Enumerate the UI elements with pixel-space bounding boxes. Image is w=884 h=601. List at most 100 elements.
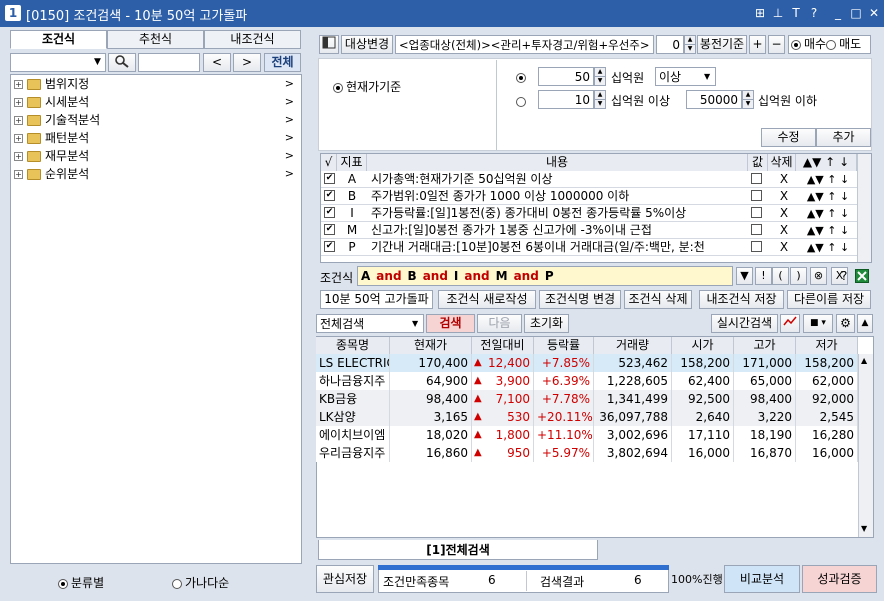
modify-button[interactable]: 수정: [761, 128, 816, 147]
compare-analysis-button[interactable]: 비교분석: [724, 565, 800, 593]
formula-input[interactable]: Aand Band Iand Mand P: [357, 266, 733, 286]
move-up-icon[interactable]: ▲: [807, 241, 815, 254]
tree-node[interactable]: + 범위지정 >: [14, 75, 300, 93]
chart-icon[interactable]: [780, 314, 800, 333]
value-checkbox[interactable]: [751, 190, 762, 201]
help-icon[interactable]: ?: [806, 5, 822, 21]
header-col-volume[interactable]: 거래량: [594, 337, 672, 354]
tree-node[interactable]: + 기술적분석 >: [14, 111, 300, 129]
expand-plus-icon[interactable]: +: [14, 116, 23, 125]
formula-help-icon[interactable]: ?: [841, 269, 847, 283]
tab-all-search-results[interactable]: [1]전체검색: [318, 540, 598, 560]
row-checkbox[interactable]: ✔: [324, 241, 335, 252]
formula-dropdown-icon[interactable]: ▼: [736, 267, 753, 285]
results-scrollbar[interactable]: [858, 354, 873, 537]
move-bottom-icon[interactable]: ↓: [840, 173, 849, 186]
condition-row[interactable]: ✔ P 기간내 거래대금:[10분]0봉전 6봉이내 거래대금(일/주:백만, 분:…: [321, 239, 857, 256]
header-col-rate[interactable]: 등락률: [534, 337, 594, 354]
expand-plus-icon[interactable]: +: [14, 152, 23, 161]
font-icon[interactable]: T: [788, 5, 804, 21]
move-top-icon[interactable]: ↑: [827, 224, 836, 237]
bong-basis-label[interactable]: 봉전기준: [697, 35, 747, 54]
list-scrollbar[interactable]: [857, 154, 871, 262]
radio-by-category[interactable]: 분류별: [58, 574, 104, 591]
move-bottom-icon[interactable]: ↓: [840, 224, 849, 237]
expand-plus-icon[interactable]: +: [14, 134, 23, 143]
watchlist-save-button[interactable]: 관심저장: [316, 565, 374, 593]
header-col-name[interactable]: 종목명: [316, 337, 390, 354]
condition-row[interactable]: ✔ I 주가등락률:[일]1봉전(중) 종가대비 0봉전 종가등락률 5%이상 X ▲▼…: [321, 205, 857, 222]
row-move-controls[interactable]: ▲▼ ↑ ↓: [798, 188, 858, 205]
move-bottom-icon[interactable]: ↓: [840, 207, 849, 220]
tab-recommended[interactable]: 추천식: [107, 30, 204, 49]
value-checkbox[interactable]: [751, 173, 762, 184]
row-checkbox[interactable]: ✔: [324, 190, 335, 201]
delete-row-icon[interactable]: X: [770, 205, 798, 222]
target-change-button[interactable]: 대상변경: [341, 35, 393, 54]
result-row[interactable]: LK삼양 3,165 ▲ 530 +20.11% 36,097,788 2,640 3,220…: [316, 408, 858, 426]
move-top-icon[interactable]: ↑: [827, 173, 836, 186]
tree-node[interactable]: + 패턴분석 >: [14, 129, 300, 147]
move-down-icon[interactable]: ▼: [815, 190, 823, 203]
header-col-high[interactable]: 고가: [734, 337, 796, 354]
row-move-controls[interactable]: ▲▼ ↑ ↓: [798, 171, 858, 188]
min-cap-input[interactable]: 10: [538, 90, 594, 109]
close-button[interactable]: ✕: [866, 5, 882, 21]
move-down-icon[interactable]: ▼: [815, 224, 823, 237]
result-row[interactable]: LS ELECTRIC 170,400 ▲ 12,400 +7.85% 523,462 15…: [316, 354, 858, 372]
pin-icon[interactable]: ⊥: [770, 5, 786, 21]
expand-plus-icon[interactable]: +: [14, 80, 23, 89]
tree-node[interactable]: + 순위분석 >: [14, 165, 300, 183]
realtime-search-button[interactable]: 실시간검색: [711, 314, 778, 333]
row-move-controls[interactable]: ▲▼ ↑ ↓: [798, 222, 858, 239]
tab-conditions[interactable]: 조건식: [10, 30, 107, 49]
row-checkbox[interactable]: ✔: [324, 207, 335, 218]
performance-verify-button[interactable]: 성과검증: [802, 565, 877, 593]
prev-button[interactable]: <: [203, 53, 231, 72]
move-up-icon[interactable]: ▲: [807, 224, 815, 237]
result-row[interactable]: 우리금융지주 16,860 ▲ 950 +5.97% 3,802,694 16,000 16,…: [316, 444, 858, 462]
delete-row-icon[interactable]: X: [770, 188, 798, 205]
collapse-up-icon[interactable]: ▲: [857, 314, 873, 333]
move-up-icon[interactable]: ▲: [807, 173, 815, 186]
header-col-diff[interactable]: 전일대비: [472, 337, 534, 354]
radio-sell[interactable]: 매도: [826, 37, 861, 51]
not-operator-button[interactable]: !: [755, 267, 772, 285]
plus-button[interactable]: +: [749, 35, 766, 54]
value-checkbox[interactable]: [751, 207, 762, 218]
move-up-icon[interactable]: ▲: [807, 190, 815, 203]
rename-condition-button[interactable]: 조건식명 변경: [539, 290, 621, 309]
settings-gear-icon[interactable]: ⚙: [836, 314, 855, 333]
reset-button[interactable]: 초기화: [524, 314, 569, 333]
search-run-button[interactable]: 검색: [426, 314, 475, 333]
all-button[interactable]: 전체: [264, 53, 301, 72]
row-checkbox[interactable]: ✔: [324, 173, 335, 184]
xor-operator-button[interactable]: ⊗: [810, 267, 827, 285]
radio-row2[interactable]: [516, 94, 529, 108]
radio-row1[interactable]: [516, 70, 529, 84]
move-up-icon[interactable]: ▲: [807, 207, 815, 220]
search-next-button[interactable]: 다음: [477, 314, 522, 333]
search-input[interactable]: [138, 53, 200, 72]
row-move-controls[interactable]: ▲▼ ↑ ↓: [798, 205, 858, 222]
expand-icon[interactable]: [319, 35, 339, 54]
condition-row[interactable]: ✔ M 신고가:[일]0봉전 종가가 1봉중 신고가에 -3%이내 근접 X ▲▼ ↑ …: [321, 222, 857, 239]
move-down-icon[interactable]: ▼: [815, 241, 823, 254]
result-row[interactable]: 에이치브이엠 18,020 ▲ 1,800 +11.10% 3,002,696 17,110…: [316, 426, 858, 444]
menu-dropdown-icon[interactable]: ■ ▾: [803, 314, 833, 333]
move-top-icon[interactable]: ↑: [827, 207, 836, 220]
excel-icon[interactable]: [855, 269, 869, 283]
bong-input[interactable]: 0: [656, 35, 684, 54]
close-paren-button[interactable]: ): [790, 267, 807, 285]
spin-down-icon[interactable]: ▼: [594, 99, 606, 109]
max-cap-input[interactable]: 50000: [686, 90, 742, 109]
spin-down-icon[interactable]: ▼: [684, 44, 696, 54]
move-down-icon[interactable]: ▼: [815, 173, 823, 186]
delete-row-icon[interactable]: X: [770, 171, 798, 188]
result-row[interactable]: KB금융 98,400 ▲ 7,100 +7.78% 1,341,499 92,500 98,…: [316, 390, 858, 408]
move-bottom-icon[interactable]: ↓: [840, 190, 849, 203]
next-button[interactable]: >: [233, 53, 261, 72]
tab-my-conditions[interactable]: 내조건식: [204, 30, 301, 49]
move-top-icon[interactable]: ↑: [827, 241, 836, 254]
add-button[interactable]: 추가: [816, 128, 871, 147]
